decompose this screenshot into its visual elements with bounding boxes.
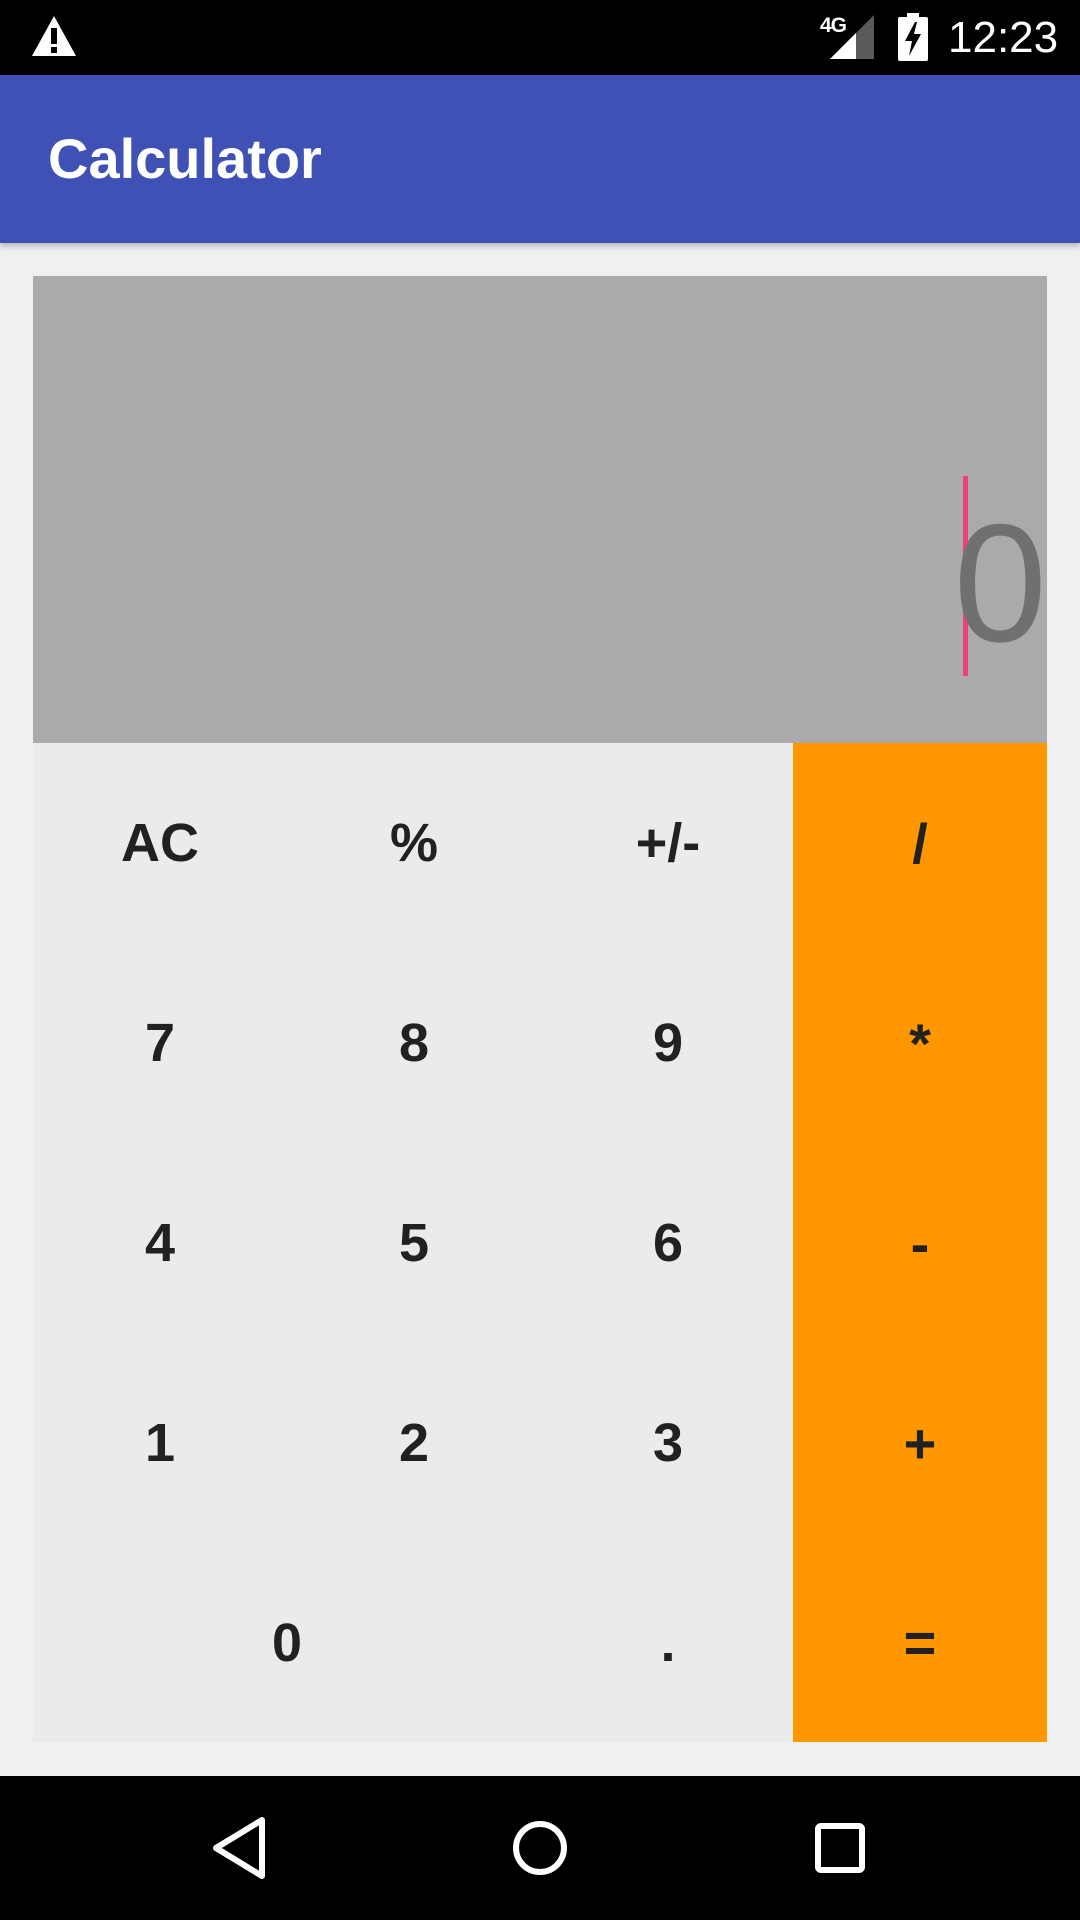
navigation-bar [0, 1776, 1080, 1920]
back-icon[interactable] [200, 1808, 280, 1888]
multiply-button[interactable]: * [793, 943, 1047, 1143]
divide-button[interactable]: / [793, 743, 1047, 943]
display-value: 0 [953, 489, 1047, 677]
digit-0-button[interactable]: 0 [33, 1543, 541, 1742]
digit-6-button[interactable]: 6 [541, 1143, 795, 1343]
app-title: Calculator [48, 127, 322, 190]
add-button[interactable]: + [793, 1343, 1047, 1543]
digit-8-button[interactable]: 8 [287, 943, 541, 1143]
digit-5-button[interactable]: 5 [287, 1143, 541, 1343]
home-icon[interactable] [500, 1808, 580, 1888]
battery-charging-icon [898, 13, 928, 61]
recents-icon[interactable] [800, 1808, 880, 1888]
digit-3-button[interactable]: 3 [541, 1343, 795, 1543]
digit-9-button[interactable]: 9 [541, 943, 795, 1143]
calculator-display[interactable]: 0 [33, 276, 1047, 743]
subtract-button[interactable]: - [793, 1143, 1047, 1343]
digit-2-button[interactable]: 2 [287, 1343, 541, 1543]
percent-button[interactable]: % [287, 743, 541, 943]
digit-1-button[interactable]: 1 [33, 1343, 287, 1543]
keypad: AC % +/- / 7 8 9 * 4 5 6 - 1 2 3 + 0 . = [33, 743, 1047, 1742]
signal-icon [830, 15, 874, 59]
status-clock: 12:23 [948, 13, 1059, 62]
clear-button[interactable]: AC [33, 743, 287, 943]
digit-7-button[interactable]: 7 [33, 943, 287, 1143]
equals-button[interactable]: = [793, 1543, 1047, 1742]
status-bar: 4G 12:23 [0, 0, 1080, 75]
toggle-sign-button[interactable]: +/- [541, 743, 795, 943]
warning-icon [32, 16, 76, 56]
decimal-point-button[interactable]: . [541, 1543, 795, 1742]
app-bar: Calculator [0, 75, 1080, 243]
digit-4-button[interactable]: 4 [33, 1143, 287, 1343]
